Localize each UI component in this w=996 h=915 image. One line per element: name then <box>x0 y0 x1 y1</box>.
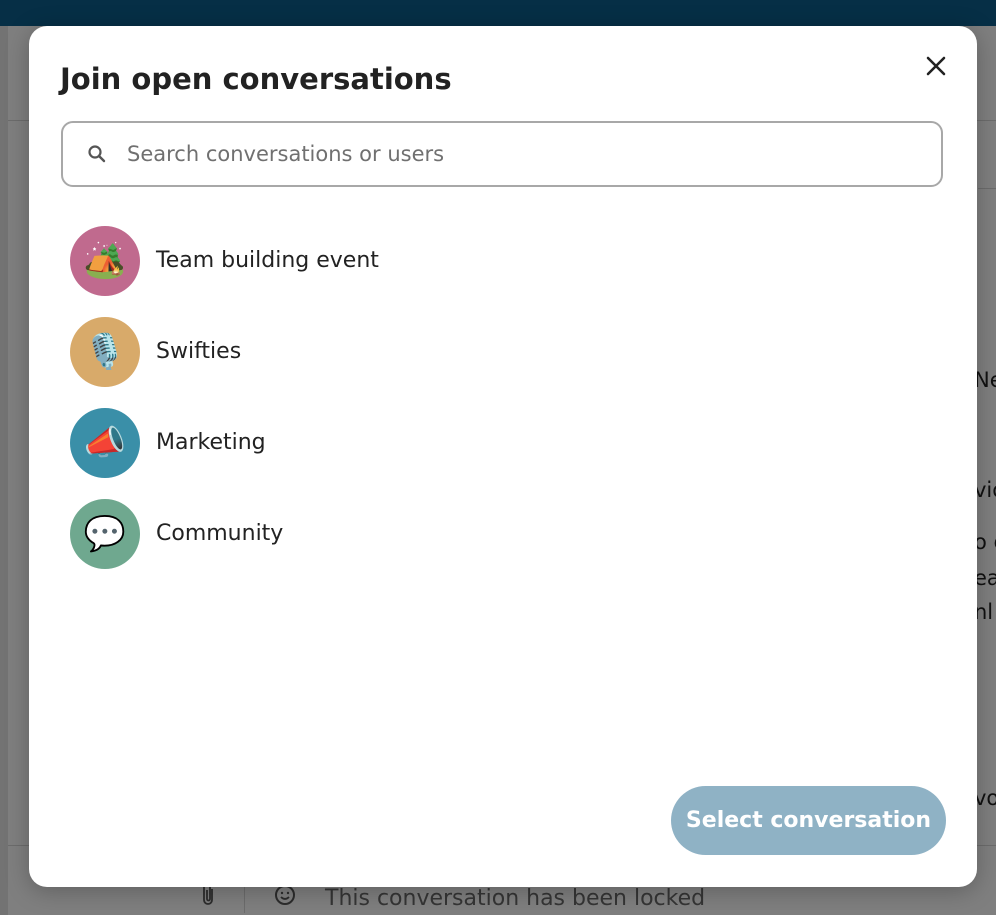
speech-bubble-icon: 💬 <box>70 498 140 569</box>
select-conversation-button[interactable]: Select conversation <box>671 786 946 855</box>
conversation-item-marketing[interactable]: 📣 Marketing <box>70 397 930 488</box>
conversation-item-team-building-event[interactable]: 🏕️ Team building event <box>70 215 930 306</box>
conversation-label: Swifties <box>156 339 242 364</box>
search-icon <box>87 143 109 165</box>
megaphone-icon: 📣 <box>70 407 140 478</box>
conversation-item-community[interactable]: 💬 Community <box>70 488 930 579</box>
conversation-list: 🏕️ Team building event 🎙️ Swifties 📣 Mar… <box>70 215 930 579</box>
conversation-label: Marketing <box>156 430 266 455</box>
search-field[interactable] <box>61 121 943 187</box>
tent-icon: 🏕️ <box>70 225 140 296</box>
close-button[interactable] <box>920 52 952 84</box>
close-icon[interactable] <box>926 56 946 80</box>
search-input[interactable] <box>125 141 909 167</box>
dialog-title: Join open conversations <box>60 62 452 96</box>
microphone-icon: 🎙️ <box>70 316 140 387</box>
conversation-item-swifties[interactable]: 🎙️ Swifties <box>70 306 930 397</box>
conversation-label: Team building event <box>156 248 379 273</box>
join-conversations-dialog: Join open conversations 🏕️ Team building… <box>29 26 977 887</box>
conversation-label: Community <box>156 521 284 546</box>
